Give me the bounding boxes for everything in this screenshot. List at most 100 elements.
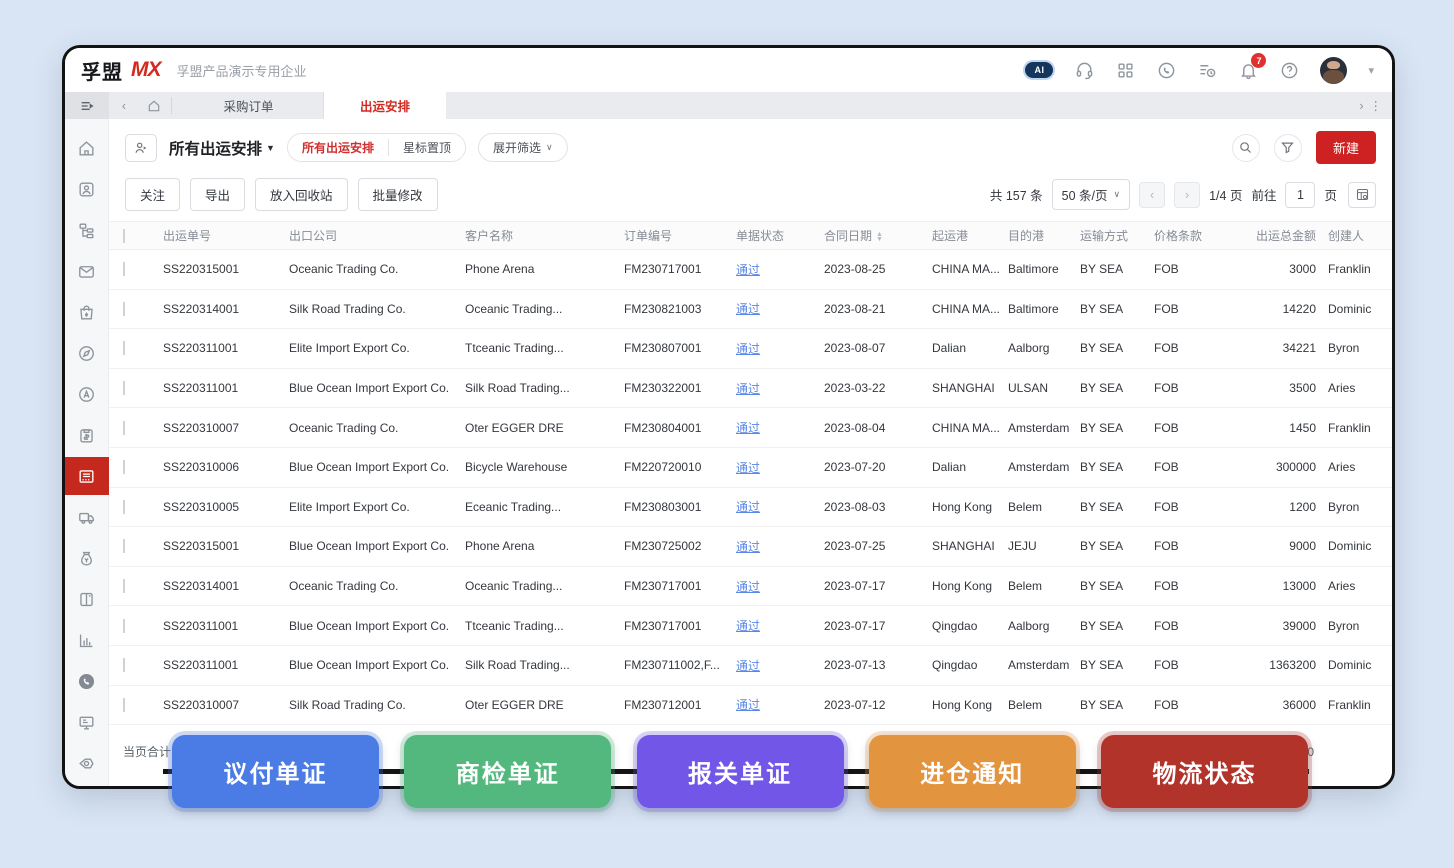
- more-options-icon[interactable]: ⋮: [1370, 98, 1383, 113]
- workflow-button[interactable]: 物流状态: [1101, 735, 1308, 808]
- owner-filter-icon[interactable]: [125, 134, 157, 162]
- sidebar-item-whatsapp[interactable]: [65, 662, 109, 700]
- column-header[interactable]: 订单编号: [624, 227, 736, 244]
- batch-edit-button[interactable]: 批量修改: [358, 178, 438, 211]
- row-checkbox[interactable]: [123, 500, 125, 514]
- table-row[interactable]: SS220315001Oceanic Trading Co.Phone Aren…: [109, 250, 1392, 290]
- table-row[interactable]: SS220310005Elite Import Export Co.Eceani…: [109, 488, 1392, 528]
- goto-page-input[interactable]: [1285, 182, 1315, 208]
- select-all-checkbox[interactable]: [123, 229, 125, 243]
- row-checkbox[interactable]: [123, 658, 125, 672]
- row-checkbox[interactable]: [123, 341, 125, 355]
- status-link[interactable]: 通过: [736, 380, 824, 397]
- help-icon[interactable]: [1279, 60, 1299, 80]
- sidebar-item-monitor[interactable]: [65, 703, 109, 741]
- status-link[interactable]: 通过: [736, 538, 824, 555]
- table-row[interactable]: SS220311001Blue Ocean Import Export Co.S…: [109, 646, 1392, 686]
- status-link[interactable]: 通过: [736, 419, 824, 436]
- workflow-button[interactable]: 商检单证: [404, 735, 611, 808]
- row-checkbox[interactable]: [123, 619, 125, 633]
- status-link[interactable]: 通过: [736, 696, 824, 713]
- column-header[interactable]: 出运单号: [163, 227, 289, 244]
- sidebar-item-automation[interactable]: [65, 375, 109, 413]
- expand-filters-button[interactable]: 展开筛选 ∨: [478, 133, 568, 162]
- column-header[interactable]: 价格条款: [1154, 227, 1232, 244]
- row-checkbox[interactable]: [123, 460, 125, 474]
- sidebar-item-reports-chart[interactable]: [65, 621, 109, 659]
- prev-page-button[interactable]: ‹: [1139, 182, 1165, 208]
- task-history-icon[interactable]: [1197, 60, 1217, 80]
- sidebar-item-finance-clipboard[interactable]: [65, 416, 109, 454]
- whatsapp-icon[interactable]: [1156, 60, 1176, 80]
- row-checkbox[interactable]: [123, 421, 125, 435]
- row-checkbox[interactable]: [123, 302, 125, 316]
- sort-icon[interactable]: ▲▼: [876, 232, 883, 242]
- search-icon[interactable]: [1232, 134, 1260, 162]
- column-header[interactable]: 运输方式: [1080, 227, 1154, 244]
- table-settings-icon[interactable]: [1348, 182, 1376, 208]
- tab-shipping-arrangement[interactable]: 出运安排: [324, 92, 446, 119]
- row-checkbox[interactable]: [123, 539, 125, 553]
- sidebar-item-orders[interactable]: [65, 293, 109, 331]
- follow-button[interactable]: 关注: [125, 178, 180, 211]
- row-checkbox[interactable]: [123, 579, 125, 593]
- tab-purchase-orders[interactable]: 采购订单: [174, 92, 324, 119]
- chevron-down-icon[interactable]: ▾: [1368, 64, 1374, 77]
- status-link[interactable]: 通过: [736, 459, 824, 476]
- segment-starred[interactable]: 星标置顶: [389, 134, 465, 161]
- recycle-bin-button[interactable]: 放入回收站: [255, 178, 348, 211]
- sidebar-item-notebook[interactable]: [65, 580, 109, 618]
- column-header[interactable]: 创建人: [1328, 227, 1392, 244]
- headset-support-icon[interactable]: [1074, 60, 1094, 80]
- export-button[interactable]: 导出: [190, 178, 245, 211]
- table-row[interactable]: SS220315001Blue Ocean Import Export Co.P…: [109, 527, 1392, 567]
- table-row[interactable]: SS220310007Oceanic Trading Co.Oter EGGER…: [109, 408, 1392, 448]
- sidebar-item-logistics-truck[interactable]: [65, 498, 109, 536]
- sidebar-item-settings[interactable]: [65, 744, 109, 782]
- user-avatar[interactable]: [1320, 57, 1347, 84]
- sidebar-item-money-bag[interactable]: [65, 539, 109, 577]
- table-row[interactable]: SS220311001Blue Ocean Import Export Co.T…: [109, 606, 1392, 646]
- status-link[interactable]: 通过: [736, 617, 824, 634]
- table-row[interactable]: SS220310007Silk Road Trading Co.Oter EGG…: [109, 686, 1392, 726]
- home-tab-icon[interactable]: [139, 92, 169, 119]
- status-link[interactable]: 通过: [736, 340, 824, 357]
- status-link[interactable]: 通过: [736, 498, 824, 515]
- sidebar-item-shipping-docs[interactable]: [65, 457, 109, 495]
- table-row[interactable]: SS220310006Blue Ocean Import Export Co.B…: [109, 448, 1392, 488]
- sidebar-item-org-chart[interactable]: [65, 211, 109, 249]
- table-row[interactable]: SS220314001Oceanic Trading Co.Oceanic Tr…: [109, 567, 1392, 607]
- column-header[interactable]: 合同日期▲▼: [824, 227, 932, 244]
- sidebar-item-mail[interactable]: [65, 252, 109, 290]
- status-link[interactable]: 通过: [736, 578, 824, 595]
- view-selector[interactable]: 所有出运安排 ▼: [169, 137, 275, 159]
- back-arrow-icon[interactable]: ‹: [109, 92, 139, 119]
- page-size-select[interactable]: 50 条/页 ∨: [1052, 179, 1130, 210]
- sidebar-item-compass[interactable]: [65, 334, 109, 372]
- sidebar-toggle-icon[interactable]: [65, 92, 109, 119]
- workflow-button[interactable]: 进仓通知: [869, 735, 1076, 808]
- notification-bell-icon[interactable]: 7: [1238, 60, 1258, 80]
- next-page-button[interactable]: ›: [1174, 182, 1200, 208]
- workflow-button[interactable]: 议付单证: [172, 735, 379, 808]
- workflow-button[interactable]: 报关单证: [637, 735, 844, 808]
- column-header[interactable]: 目的港: [1008, 227, 1080, 244]
- status-link[interactable]: 通过: [736, 657, 824, 674]
- row-checkbox[interactable]: [123, 262, 125, 276]
- table-row[interactable]: SS220314001Silk Road Trading Co.Oceanic …: [109, 290, 1392, 330]
- apps-grid-icon[interactable]: [1115, 60, 1135, 80]
- column-header[interactable]: 客户名称: [465, 227, 624, 244]
- column-header[interactable]: 起运港: [932, 227, 1008, 244]
- table-row[interactable]: SS220311001Blue Ocean Import Export Co.S…: [109, 369, 1392, 409]
- column-header[interactable]: 单据状态: [736, 227, 824, 244]
- row-checkbox[interactable]: [123, 381, 125, 395]
- column-header[interactable]: 出口公司: [289, 227, 465, 244]
- sidebar-item-contacts[interactable]: [65, 170, 109, 208]
- table-row[interactable]: SS220311001Elite Import Export Co.Ttcean…: [109, 329, 1392, 369]
- row-checkbox[interactable]: [123, 698, 125, 712]
- sidebar-item-home[interactable]: [65, 129, 109, 167]
- column-header[interactable]: 出运总金额: [1232, 227, 1328, 244]
- segment-all-shipping[interactable]: 所有出运安排: [288, 134, 388, 161]
- create-new-button[interactable]: 新建: [1316, 131, 1376, 164]
- ai-assistant-icon[interactable]: AI: [1025, 62, 1053, 78]
